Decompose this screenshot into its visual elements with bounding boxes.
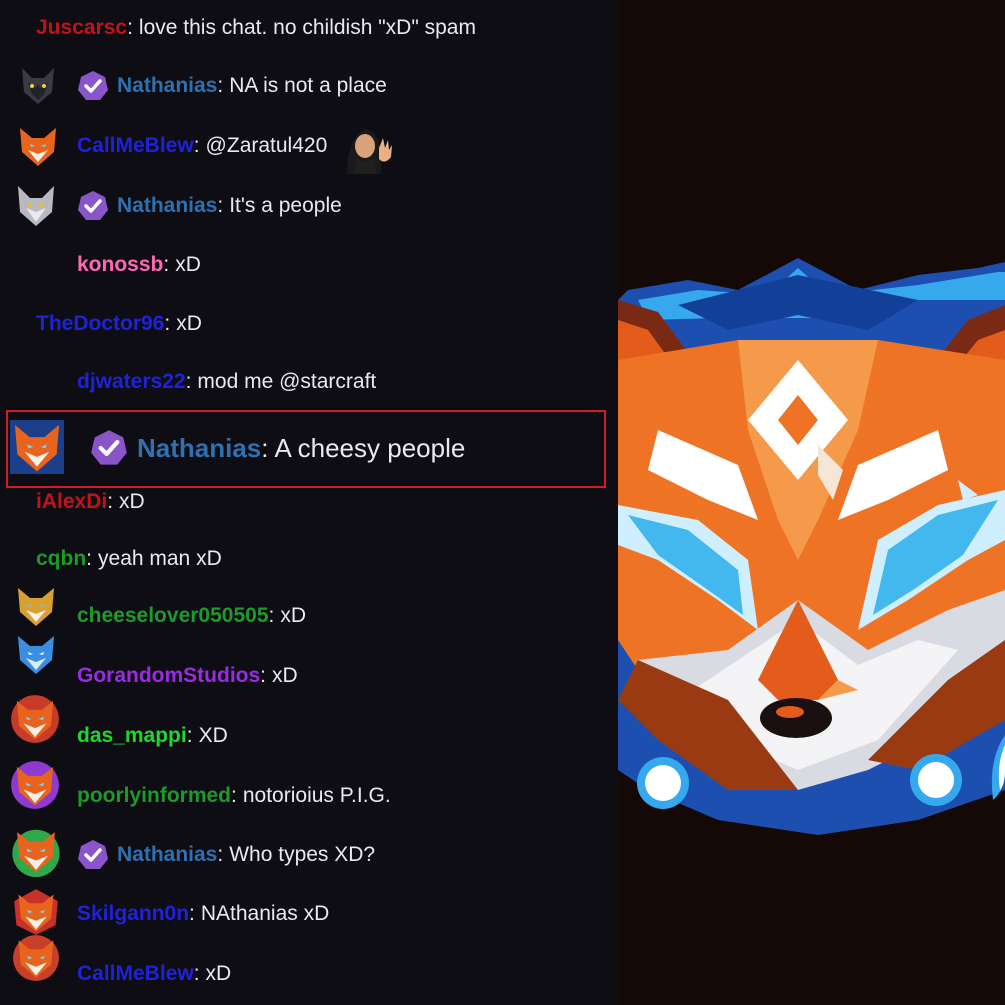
- chat-text: @Zaratul420: [205, 134, 328, 157]
- chat-text: NAthanias xD: [200, 902, 330, 925]
- fox-mascot-logo-icon: [618, 258, 1005, 835]
- chat-text: notorioius P.I.G.: [242, 784, 391, 807]
- chat-text: It's a people: [229, 194, 342, 217]
- orange-fox-avatar-icon[interactable]: [12, 934, 60, 982]
- chat-message: djwaters22: mod me @starcraft: [77, 370, 377, 394]
- verified-check-icon: [91, 430, 127, 465]
- chat-text: XD: [198, 724, 228, 747]
- chat-message: poorlyinformed: notorioius P.I.G.: [0, 761, 618, 822]
- chat-message: CallMeBlew: xD: [0, 935, 618, 1000]
- chat-text: xD: [280, 604, 307, 627]
- green-fox-avatar-icon[interactable]: [10, 825, 62, 877]
- chat-username[interactable]: das_mappi: [77, 724, 187, 748]
- chat-message: das_mappi: XD: [0, 695, 618, 762]
- chat-text: xD: [205, 962, 232, 985]
- chat-username[interactable]: poorlyinformed: [77, 784, 231, 808]
- chat-username[interactable]: Nathanias: [117, 843, 217, 867]
- chat-message: Juscarsc: love this chat. no childish "xD…: [36, 16, 476, 40]
- chat-message: konossb: xD: [77, 253, 201, 277]
- waving-woman-emote-icon: [347, 129, 393, 174]
- orange-fox-avatar-icon[interactable]: [16, 124, 60, 168]
- chat-username[interactable]: CallMeBlew: [77, 962, 194, 986]
- chat-username[interactable]: Nathanias: [117, 194, 217, 218]
- chat-username[interactable]: Skilgann0n: [77, 902, 189, 926]
- chat-username[interactable]: Juscarsc: [36, 16, 127, 40]
- chat-username[interactable]: djwaters22: [77, 370, 186, 394]
- chat-message: TheDoctor96: xD: [36, 312, 202, 336]
- blue-fox-avatar-icon[interactable]: [10, 420, 64, 474]
- chat-text: yeah man xD: [98, 547, 222, 570]
- chat-panel: Juscarsc: love this chat. no childish "xD…: [0, 0, 618, 1005]
- chat-message: GorandomStudios: xD: [0, 636, 618, 702]
- chat-username[interactable]: iAlexDi: [36, 490, 107, 514]
- chat-message: Nathanias: NA is not a place: [0, 60, 618, 112]
- chat-text: xD: [176, 312, 202, 335]
- verified-check-icon: [78, 71, 108, 100]
- purple-fox-avatar-icon[interactable]: [10, 760, 60, 810]
- chat-message: Nathanias: It's a people: [0, 180, 618, 232]
- chat-text: xD: [119, 490, 145, 513]
- chat-message: Nathanias: Who types XD?: [0, 829, 618, 881]
- logo-panel: [618, 0, 1005, 1005]
- chat-username[interactable]: cqbn: [36, 547, 86, 571]
- verified-check-icon: [78, 191, 108, 220]
- chat-text: love this chat. no childish "xD" spam: [138, 16, 476, 39]
- chat-username[interactable]: GorandomStudios: [77, 664, 260, 688]
- chat-text: NA is not a place: [229, 74, 387, 97]
- orange-fox-avatar-icon[interactable]: [10, 694, 60, 744]
- chat-text: A cheesy people: [274, 432, 466, 463]
- chat-text: Who types XD?: [229, 843, 376, 866]
- chat-text: mod me @starcraft: [197, 370, 377, 393]
- chat-username[interactable]: CallMeBlew: [77, 134, 194, 158]
- gold-fox-avatar-icon[interactable]: [14, 584, 58, 628]
- dark-wolf-avatar-icon[interactable]: [16, 64, 60, 108]
- chat-username[interactable]: Nathanias: [117, 74, 217, 98]
- chat-message: iAlexDi: xD: [36, 490, 145, 514]
- chat-message-highlighted: Nathanias: A cheesy people: [0, 418, 618, 478]
- verified-check-icon: [78, 840, 108, 869]
- chat-message: CallMeBlew: @Zaratul420: [0, 120, 618, 174]
- chat-message: Skilgann0n: NAthanias xD: [0, 888, 618, 940]
- chat-text: xD: [175, 253, 201, 276]
- chat-username[interactable]: Nathanias: [137, 433, 261, 464]
- chat-message: cheeselover050505: xD: [0, 588, 618, 642]
- blue-wolf-avatar-icon[interactable]: [14, 632, 58, 676]
- chat-text: xD: [272, 664, 298, 687]
- chat-message: cqbn: yeah man xD: [36, 547, 222, 571]
- chat-username[interactable]: cheeselover050505: [77, 604, 269, 628]
- chat-username[interactable]: konossb: [77, 253, 163, 277]
- grey-wolf-avatar-icon[interactable]: [14, 184, 58, 228]
- chat-username[interactable]: TheDoctor96: [36, 312, 164, 336]
- red-fox-avatar-icon[interactable]: [12, 888, 60, 936]
